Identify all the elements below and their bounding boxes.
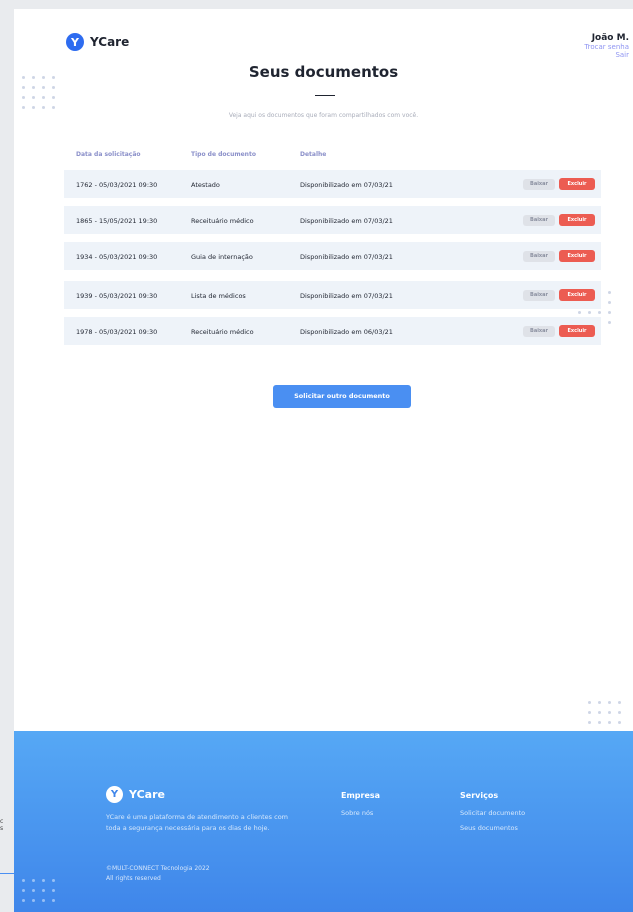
decorative-dots-footer (22, 879, 55, 902)
logo-icon: Y (66, 33, 84, 51)
cell-detail: Disponibilizado em 07/03/21 (300, 181, 393, 189)
cell-detail: Disponibilizado em 07/03/21 (300, 217, 393, 225)
footer-logo[interactable]: Y YCare (106, 786, 165, 803)
table-row: 1978 - 05/03/2021 09:30 Receituário médi… (64, 317, 601, 345)
rights-text: All rights reserved (106, 875, 161, 883)
cell-detail: Disponibilizado em 07/03/21 (300, 253, 393, 261)
footer-copyright: ©MULT-CONNECT Tecnologia 2022 All rights… (106, 864, 210, 884)
side-text-fragment: cs (0, 818, 4, 833)
table-row: 1865 - 15/05/2021 19:30 Receituário médi… (64, 206, 601, 234)
cell-date: 1934 - 05/03/2021 09:30 (76, 253, 158, 261)
copyright-text: ©MULT-CONNECT Tecnologia 2022 (106, 865, 210, 872)
cell-detail: Disponibilizado em 06/03/21 (300, 328, 393, 336)
table-row: 1934 - 05/03/2021 09:30 Guia de internaç… (64, 242, 601, 270)
cell-date: 1978 - 05/03/2021 09:30 (76, 328, 158, 336)
logo[interactable]: Y YCare (66, 33, 129, 51)
footer-services-column: Serviços Solicitar documento Seus docume… (460, 791, 525, 839)
footer-logo-text: YCare (129, 788, 165, 801)
footer-logo-icon: Y (106, 786, 123, 803)
delete-button[interactable]: Excluir (559, 214, 595, 226)
request-document-button[interactable]: Solicitar outro documento (273, 385, 411, 408)
footer-services-heading: Serviços (460, 791, 499, 800)
logo-text: YCare (90, 35, 130, 49)
cell-type: Lista de médicos (191, 292, 246, 300)
delete-button[interactable]: Excluir (559, 325, 595, 337)
download-button[interactable]: Baixar (523, 326, 555, 337)
column-header-type: Tipo de documento (191, 151, 256, 158)
footer-company-heading: Empresa (341, 791, 381, 800)
footer-company-column: Empresa Sobre nós (341, 791, 380, 824)
download-button[interactable]: Baixar (523, 290, 555, 301)
page-title: Seus documentos (248, 63, 399, 81)
cell-detail: Disponibilizado em 07/03/21 (300, 292, 393, 300)
user-menu: João M. Trocar senha Sair (584, 33, 629, 59)
footer-description: YCare é uma plataforma de atendimento a … (106, 813, 288, 832)
page-subtitle: Veja aqui os documentos que foram compar… (228, 112, 419, 119)
change-password-link[interactable]: Trocar senha (584, 43, 629, 51)
download-button[interactable]: Baixar (523, 215, 555, 226)
delete-button[interactable]: Excluir (559, 178, 595, 190)
download-button[interactable]: Baixar (523, 179, 555, 190)
cell-date: 1939 - 05/03/2021 09:30 (76, 292, 158, 300)
cell-type: Guia de internação (191, 253, 253, 261)
column-header-date: Data da solicitação (76, 151, 141, 158)
download-button[interactable]: Baixar (523, 251, 555, 262)
footer-link-about[interactable]: Sobre nós (341, 809, 380, 817)
cell-type: Atestado (191, 181, 220, 189)
footer-link-request-document[interactable]: Solicitar documento (460, 809, 525, 817)
footer: Y YCare YCare é uma plataforma de atendi… (14, 731, 633, 912)
delete-button[interactable]: Excluir (559, 250, 595, 262)
table-row: 1762 - 05/03/2021 09:30 Atestado Disponi… (64, 170, 601, 198)
user-name: João M. (591, 33, 629, 43)
cell-type: Receituário médico (191, 217, 254, 225)
table-header: Data da solicitação Tipo de documento De… (64, 151, 601, 165)
logout-link[interactable]: Sair (584, 51, 629, 59)
footer-link-my-documents[interactable]: Seus documentos (460, 824, 525, 832)
cell-date: 1762 - 05/03/2021 09:30 (76, 181, 158, 189)
cell-type: Receituário médico (191, 328, 254, 336)
decorative-dots-right-lower (588, 701, 621, 724)
table-row: 1939 - 05/03/2021 09:30 Lista de médicos… (64, 281, 601, 309)
cell-date: 1865 - 15/05/2021 19:30 (76, 217, 158, 225)
title-underline (315, 95, 335, 96)
delete-button[interactable]: Excluir (559, 289, 595, 301)
page: Y YCare João M. Trocar senha Sair Seus d… (14, 9, 633, 912)
column-header-detail: Detalhe (300, 151, 327, 158)
